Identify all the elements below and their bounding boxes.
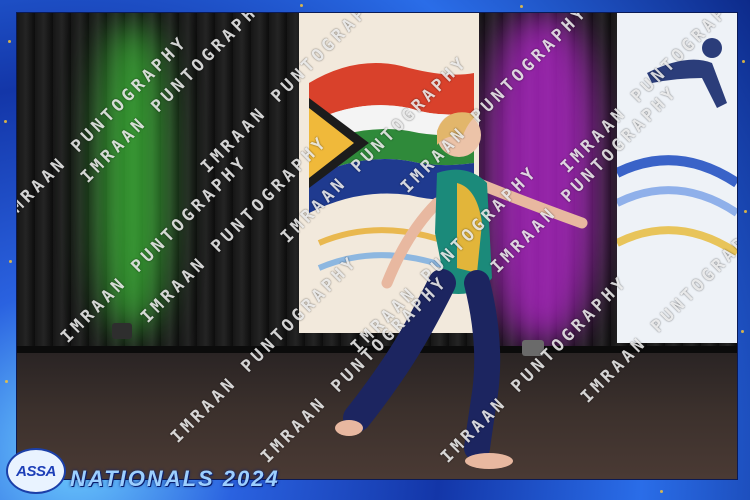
assa-logo: ASSA <box>6 448 66 494</box>
dance-photo: IMRAAN PUNTOGRAPHY IMRAAN PUNTOGRAPHY IM… <box>16 12 738 480</box>
frame-sparkle <box>300 4 303 7</box>
frame-sparkle <box>520 5 523 8</box>
frame-sparkle <box>8 40 11 43</box>
logo-text: ASSA <box>16 462 56 480</box>
frame-sparkle <box>5 380 8 383</box>
frame-sparkle <box>741 330 744 333</box>
event-title: NATIONALS 2024 <box>70 466 280 491</box>
frame-sparkle <box>744 210 747 213</box>
frame-sparkle <box>660 490 663 493</box>
frame-sparkle <box>9 260 12 263</box>
frame-sparkle <box>4 120 7 123</box>
frame-sparkle <box>742 60 745 63</box>
floor-light <box>112 323 132 339</box>
